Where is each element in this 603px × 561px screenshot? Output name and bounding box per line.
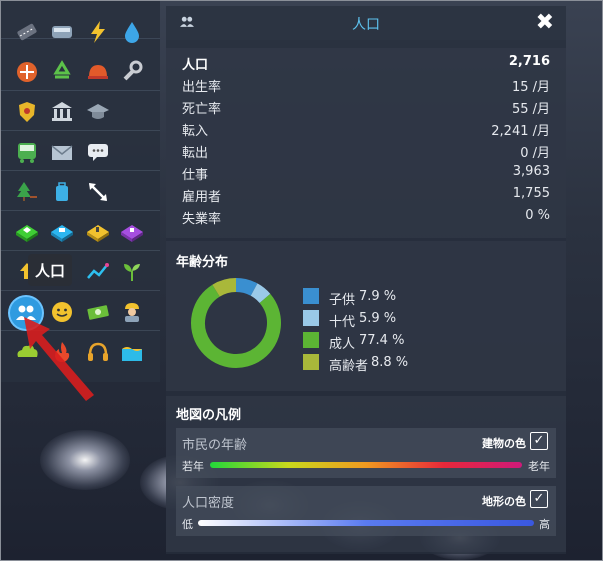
street-light <box>40 430 130 490</box>
stat-label: 死亡率 <box>182 102 222 117</box>
police-icon[interactable] <box>13 98 41 126</box>
land-value-icon[interactable] <box>84 258 112 286</box>
donut-segment-1 <box>250 283 271 304</box>
legend-swatch <box>303 354 319 370</box>
stat-label: 転入 <box>182 124 209 139</box>
nature-icon[interactable] <box>118 258 146 286</box>
stat-row: 雇用者 1,755 <box>182 184 550 206</box>
education-icon[interactable] <box>84 98 112 126</box>
panel-title: 人口 <box>352 17 380 33</box>
transit-icon[interactable] <box>13 138 41 166</box>
residential-zone-icon[interactable] <box>13 218 41 246</box>
stat-row: 失業率 0 % <box>182 206 550 228</box>
electricity-icon[interactable] <box>84 18 112 46</box>
legend-end-label: 老年 <box>528 460 550 473</box>
fire-station-icon[interactable] <box>84 58 112 86</box>
map-legend-check-label: 地形の色 <box>482 495 526 508</box>
arrows-icon[interactable] <box>84 178 112 206</box>
checkbox[interactable]: ✓ <box>530 490 548 508</box>
stat-row: 人口 2,716 <box>182 52 550 74</box>
stat-value: 3,963 <box>512 164 550 179</box>
water-icon[interactable] <box>118 18 146 46</box>
legend-swatch <box>303 288 319 304</box>
road-icon[interactable] <box>13 18 41 46</box>
government-icon[interactable] <box>48 98 76 126</box>
legend-end-label: 高 <box>539 518 550 531</box>
map-legend-item: 人口密度 地形の色 ✓ 低 高 <box>176 486 556 536</box>
pointer-arrow <box>24 317 94 401</box>
workers-icon[interactable] <box>118 298 146 326</box>
map-legend-item: 市民の年齢 建物の色 ✓ 若年 老年 <box>176 428 556 478</box>
office-zone-icon[interactable] <box>118 218 146 246</box>
stat-value: 55 /月 <box>511 102 550 117</box>
legend-value: 7.9 % <box>359 289 397 304</box>
stat-value: 0 /月 <box>520 146 550 161</box>
fire-icon[interactable] <box>13 58 41 86</box>
stat-row: 仕事 3,963 <box>182 162 550 184</box>
age-distribution-section: 年齢分布 子供 7.9 % 十代 5.9 % 成人 77.4 % 高齢者 8.8 % <box>166 241 566 391</box>
age-donut-chart <box>191 278 281 368</box>
legend-name: 高齢者 <box>329 359 369 374</box>
donut-segment-2 <box>191 284 281 368</box>
luggage-icon[interactable] <box>48 178 76 206</box>
park-icon[interactable] <box>13 178 41 206</box>
stat-label: 人口 <box>182 58 209 73</box>
legend-swatch <box>303 310 319 326</box>
legend-name: 子供 <box>329 293 356 308</box>
age-distribution-title: 年齢分布 <box>176 255 229 270</box>
legend-item: 十代 5.9 % <box>303 310 443 330</box>
wrench-icon[interactable] <box>118 58 146 86</box>
stat-row: 転入 2,241 /月 <box>182 118 550 140</box>
commercial-zone-icon[interactable] <box>48 218 76 246</box>
legend-value: 77.4 % <box>359 333 405 348</box>
checkbox[interactable]: ✓ <box>530 432 548 450</box>
map-legend-item-title: 市民の年齢 <box>182 438 248 453</box>
panel-header: 人口 ✖ <box>166 6 566 40</box>
density-gradient-bar <box>198 520 534 526</box>
close-icon[interactable]: ✖ <box>536 10 554 35</box>
legend-item: 成人 77.4 % <box>303 332 443 352</box>
legend-swatch <box>303 332 319 348</box>
map-legend-section: 地図の凡例 市民の年齢 建物の色 ✓ 若年 老年 人口密度 地形の色 ✓ 低 高 <box>166 396 566 552</box>
donut-segment-0 <box>235 278 258 296</box>
legend-item: 子供 7.9 % <box>303 288 443 308</box>
stat-value: 15 /月 <box>511 80 550 95</box>
legend-value: 5.9 % <box>359 311 397 326</box>
bus-icon[interactable] <box>48 18 76 46</box>
recycle-icon[interactable] <box>48 58 76 86</box>
tooltip: 人口 <box>28 254 72 286</box>
population-panel: 人口 ✖ 人口 2,716 出生率 15 /月 死亡率 55 /月 転入 2,241 /月 転出… <box>166 6 566 554</box>
stat-label: 仕事 <box>182 168 209 183</box>
mail-icon[interactable] <box>48 138 76 166</box>
chat-icon[interactable] <box>84 138 112 166</box>
stat-label: 出生率 <box>182 80 222 95</box>
industrial-zone-icon[interactable] <box>84 218 112 246</box>
stat-value: 0 % <box>525 208 550 223</box>
age-gradient-bar <box>210 462 522 468</box>
legend-name: 成人 <box>329 337 356 352</box>
donut-segment-3 <box>212 278 237 297</box>
stat-value: 1,755 <box>512 186 550 201</box>
stat-label: 失業率 <box>182 212 222 227</box>
stat-label: 雇用者 <box>182 190 222 205</box>
legend-name: 十代 <box>329 315 356 330</box>
stat-label: 転出 <box>182 146 209 161</box>
legend-start-label: 若年 <box>182 460 204 473</box>
water-level-icon[interactable] <box>118 338 146 366</box>
stat-row: 死亡率 55 /月 <box>182 96 550 118</box>
stat-row: 出生率 15 /月 <box>182 74 550 96</box>
stats-section: 人口 2,716 出生率 15 /月 死亡率 55 /月 転入 2,241 /月 転出 0 /月仕… <box>166 48 566 238</box>
map-legend-title: 地図の凡例 <box>176 408 242 423</box>
legend-value: 8.8 % <box>371 355 409 370</box>
legend-item: 高齢者 8.8 % <box>303 354 443 374</box>
stat-value: 2,241 /月 <box>491 124 550 139</box>
map-legend-check-label: 建物の色 <box>482 437 526 450</box>
stat-value: 2,716 <box>508 54 550 69</box>
legend-start-label: 低 <box>182 518 193 531</box>
stat-row: 転出 0 /月 <box>182 140 550 162</box>
map-legend-item-title: 人口密度 <box>182 496 235 511</box>
